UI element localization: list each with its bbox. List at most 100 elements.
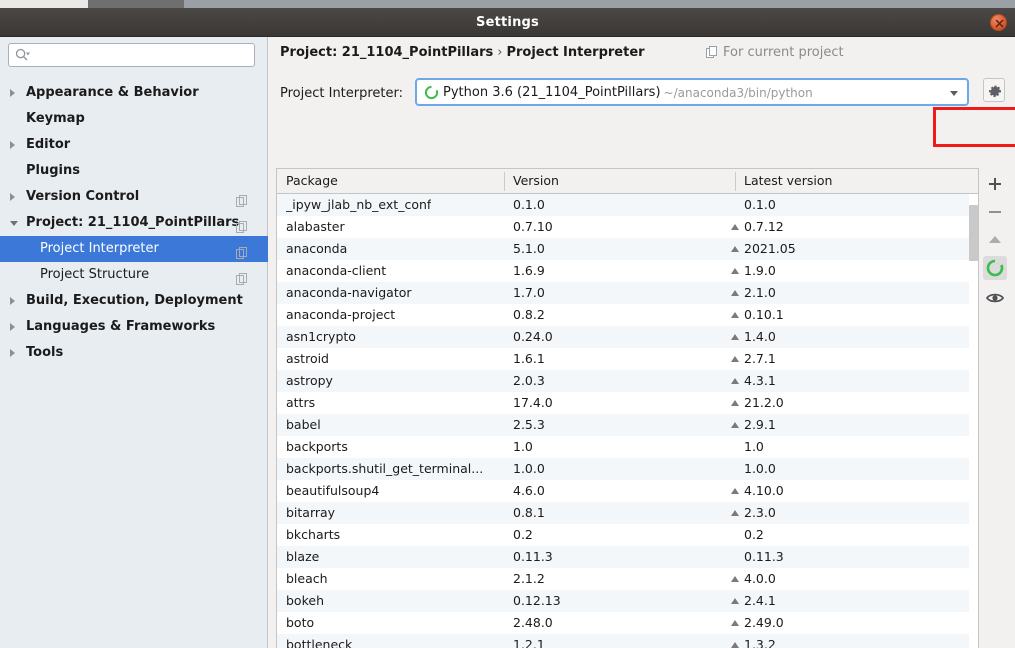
chevron-down-icon[interactable] <box>950 91 958 96</box>
chevron-right-icon[interactable] <box>10 141 15 149</box>
packages-table-scrollbar[interactable] <box>969 194 978 648</box>
upgrade-available-icon <box>731 312 739 318</box>
sidebar-item-label: Version Control <box>26 189 140 204</box>
cell-latest-version: 0.2 <box>744 527 764 542</box>
interpreter-combobox[interactable]: Python 3.6 (21_1104_PointPillars) ~/anac… <box>415 78 969 106</box>
cell-version: 5.1.0 <box>513 241 545 256</box>
sidebar-item-keymap[interactable]: Keymap <box>0 106 268 132</box>
table-row[interactable]: bokeh 0.12.13 2.4.1 <box>277 590 978 612</box>
upgrade-available-icon <box>731 598 739 604</box>
cell-latest-version: 2021.05 <box>744 241 796 256</box>
table-row[interactable]: bleach 2.1.2 4.0.0 <box>277 568 978 590</box>
chevron-right-icon[interactable] <box>10 89 15 97</box>
search-box[interactable] <box>8 43 255 67</box>
packages-toolbar <box>983 168 1007 648</box>
packages-table-body: _ipyw_jlab_nb_ext_conf 0.1.0 0.1.0 alabaste… <box>277 194 978 648</box>
cell-latest-version: 1.3.2 <box>744 637 776 648</box>
plus-icon <box>989 178 1001 190</box>
upgrade-available-icon <box>731 488 739 494</box>
cell-package: anaconda-project <box>286 307 396 322</box>
table-row[interactable]: backports.shutil_get_terminal... 1.0.0 1.0… <box>277 458 978 480</box>
cell-version: 0.12.13 <box>513 593 561 608</box>
sidebar-item-label: Project: 21_1104_PointPillars <box>26 215 240 230</box>
sidebar-item-editor[interactable]: Editor <box>0 132 268 158</box>
cell-package: backports <box>286 439 348 454</box>
packages-table-header: Package Version Latest version <box>277 169 978 194</box>
search-icon <box>15 48 30 67</box>
add-package-button[interactable] <box>983 172 1007 196</box>
table-row[interactable]: alabaster 0.7.10 0.7.12 <box>277 216 978 238</box>
chevron-right-icon[interactable] <box>10 193 15 201</box>
table-row[interactable]: anaconda-project 0.8.2 0.10.1 <box>277 304 978 326</box>
upgrade-available-icon <box>731 620 739 626</box>
sidebar-item-tools[interactable]: Tools <box>0 340 268 366</box>
table-row[interactable]: astropy 2.0.3 4.3.1 <box>277 370 978 392</box>
interpreter-settings-button[interactable] <box>983 78 1005 102</box>
cell-latest-version: 1.4.0 <box>744 329 776 344</box>
cell-package: bleach <box>286 571 328 586</box>
table-row[interactable]: bottleneck 1.2.1 1.3.2 <box>277 634 978 648</box>
header-separator-1[interactable] <box>504 172 505 191</box>
upgrade-available-icon <box>731 510 739 516</box>
table-row[interactable]: _ipyw_jlab_nb_ext_conf 0.1.0 0.1.0 <box>277 194 978 216</box>
breadcrumb-project[interactable]: Project: 21_1104_PointPillars <box>280 45 493 60</box>
column-header-package[interactable]: Package <box>286 169 338 193</box>
table-row[interactable]: blaze 0.11.3 0.11.3 <box>277 546 978 568</box>
table-row[interactable]: asn1crypto 0.24.0 1.4.0 <box>277 326 978 348</box>
remove-package-button[interactable] <box>983 200 1007 224</box>
breadcrumb-leaf: Project Interpreter <box>506 45 645 60</box>
table-row[interactable]: bitarray 0.8.1 2.3.0 <box>277 502 978 524</box>
chevron-right-icon[interactable] <box>10 297 15 305</box>
chevron-down-icon[interactable] <box>10 221 18 226</box>
table-row[interactable]: anaconda-client 1.6.9 1.9.0 <box>277 260 978 282</box>
sidebar-item-label: Appearance & Behavior <box>26 85 199 100</box>
breadcrumb: Project: 21_1104_PointPillars › Project In… <box>280 45 645 60</box>
table-row[interactable]: anaconda-navigator 1.7.0 2.1.0 <box>277 282 978 304</box>
cell-package: anaconda <box>286 241 348 256</box>
cell-package: backports.shutil_get_terminal... <box>286 461 484 476</box>
chevron-right-icon[interactable] <box>10 323 15 331</box>
chevron-right-icon[interactable] <box>10 349 15 357</box>
scrollbar-thumb[interactable] <box>969 205 978 261</box>
table-row[interactable]: astroid 1.6.1 2.7.1 <box>277 348 978 370</box>
header-separator-2[interactable] <box>735 172 736 191</box>
close-window-button[interactable] <box>990 14 1007 31</box>
title-bar[interactable]: Settings <box>0 8 1015 37</box>
show-early-releases-button[interactable] <box>983 286 1007 310</box>
cell-version: 1.6.1 <box>513 351 545 366</box>
conda-python-icon <box>424 85 439 104</box>
table-row[interactable]: attrs 17.4.0 21.2.0 <box>277 392 978 414</box>
sidebar-item-version-control[interactable]: Version Control <box>0 184 268 210</box>
table-row[interactable]: backports 1.0 1.0 <box>277 436 978 458</box>
scope-copy-icon <box>706 46 718 62</box>
cell-version: 0.8.2 <box>513 307 545 322</box>
column-header-latest-version[interactable]: Latest version <box>744 169 832 193</box>
table-row[interactable]: boto 2.48.0 2.49.0 <box>277 612 978 634</box>
table-row[interactable]: anaconda 5.1.0 2021.05 <box>277 238 978 260</box>
conda-status-button[interactable] <box>983 256 1007 280</box>
upgrade-available-icon <box>731 246 739 252</box>
search-input[interactable] <box>35 44 250 66</box>
upgrade-package-button[interactable] <box>983 228 1007 252</box>
sidebar-item-project-interpreter[interactable]: Project Interpreter <box>0 236 268 262</box>
column-header-version[interactable]: Version <box>513 169 559 193</box>
upgrade-available-icon <box>731 400 739 406</box>
sidebar-item-project-structure[interactable]: Project Structure <box>0 262 268 288</box>
sidebar-item-project-21-1104-pointpillars[interactable]: Project: 21_1104_PointPillars <box>0 210 268 236</box>
table-row[interactable]: bkcharts 0.2 0.2 <box>277 524 978 546</box>
cell-package: asn1crypto <box>286 329 356 344</box>
sidebar-item-appearance-behavior[interactable]: Appearance & Behavior <box>0 80 268 106</box>
sidebar-item-languages-frameworks[interactable]: Languages & Frameworks <box>0 314 268 340</box>
sidebar-item-build-execution-deployment[interactable]: Build, Execution, Deployment <box>0 288 268 314</box>
sidebar-item-plugins[interactable]: Plugins <box>0 158 268 184</box>
cell-latest-version: 4.10.0 <box>744 483 784 498</box>
conda-circle-icon <box>986 259 1004 277</box>
cell-latest-version: 0.1.0 <box>744 197 776 212</box>
cell-latest-version: 21.2.0 <box>744 395 784 410</box>
cell-package: attrs <box>286 395 316 410</box>
cell-latest-version: 2.49.0 <box>744 615 784 630</box>
table-row[interactable]: beautifulsoup4 4.6.0 4.10.0 <box>277 480 978 502</box>
table-row[interactable]: babel 2.5.3 2.9.1 <box>277 414 978 436</box>
window-title: Settings <box>476 15 539 30</box>
interpreter-name: Python 3.6 (21_1104_PointPillars) <box>443 85 661 100</box>
